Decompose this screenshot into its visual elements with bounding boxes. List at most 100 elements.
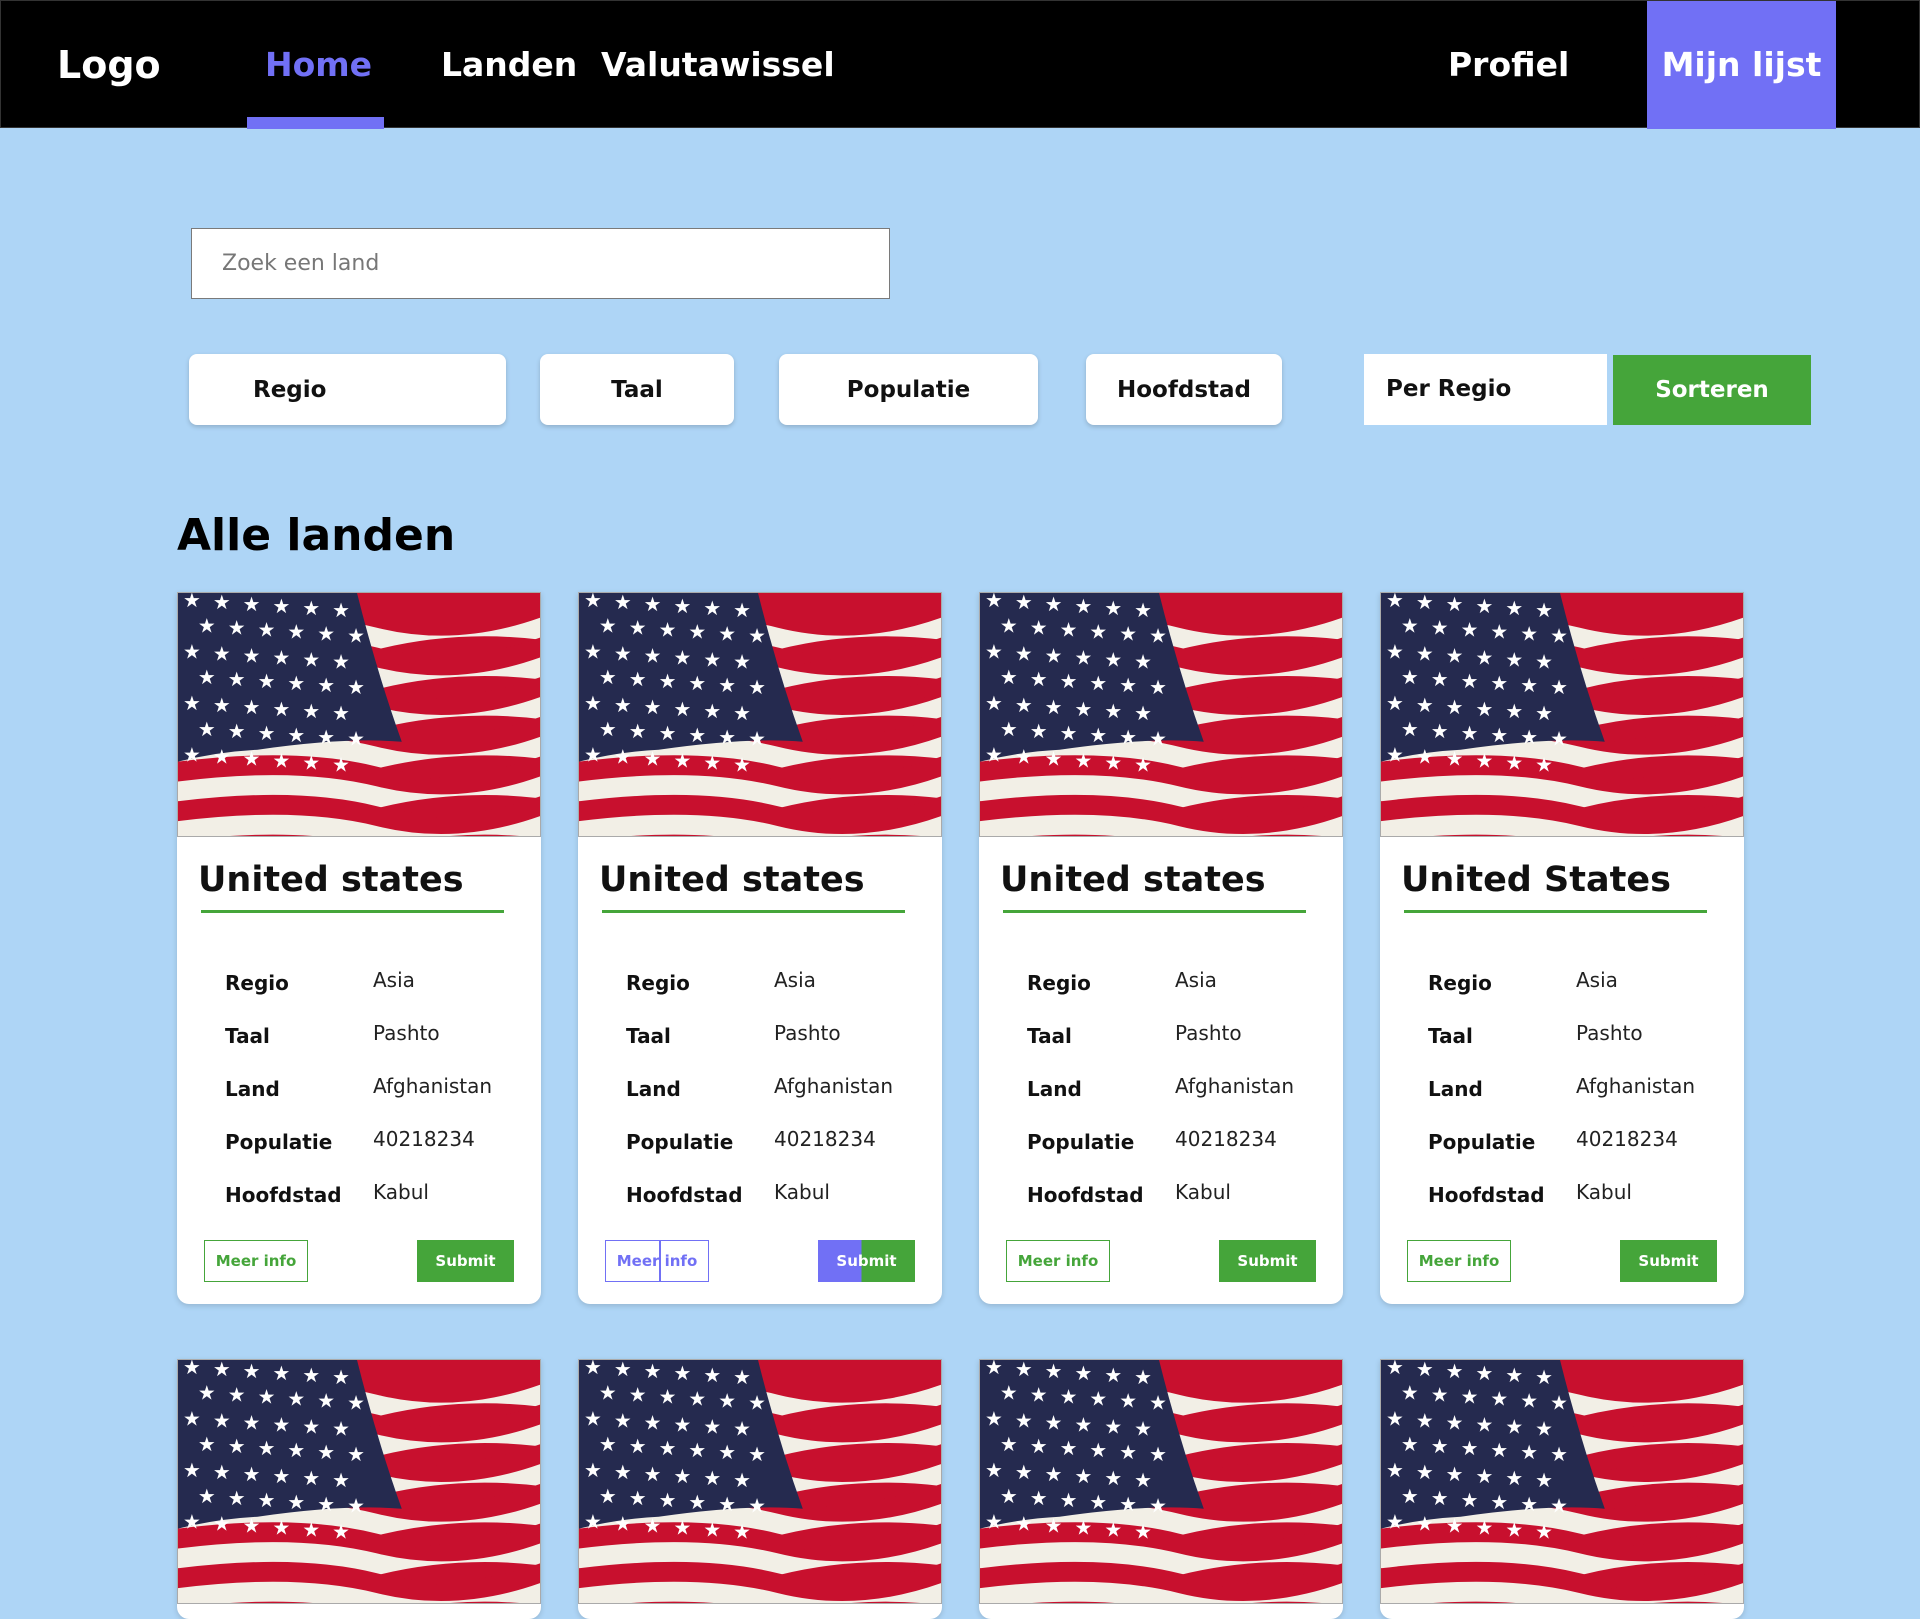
sort-button[interactable]: Sorteren [1613, 355, 1811, 425]
svg-text:★: ★ [273, 1413, 291, 1436]
info-label-hoofdstad: Hoofdstad [1428, 1183, 1545, 1207]
filter-regio-button[interactable]: Regio [189, 354, 506, 425]
svg-text:★: ★ [584, 593, 602, 612]
svg-text:★: ★ [1149, 1392, 1167, 1415]
svg-text:★: ★ [332, 650, 350, 673]
nav-home[interactable]: Home [265, 1, 372, 129]
filter-populatie-button[interactable]: Populatie [779, 354, 1038, 425]
svg-text:★: ★ [1505, 1519, 1523, 1542]
svg-text:★: ★ [258, 1386, 276, 1409]
svg-text:★: ★ [1550, 728, 1568, 751]
svg-text:★: ★ [1490, 1388, 1508, 1411]
svg-text:★: ★ [1104, 1519, 1122, 1542]
svg-text:★: ★ [287, 1388, 305, 1411]
svg-text:★: ★ [748, 676, 766, 699]
svg-text:★: ★ [1446, 1360, 1464, 1383]
svg-text:★: ★ [287, 1439, 305, 1462]
info-label-populatie: Populatie [225, 1130, 333, 1154]
flag-image: ★ ★ ★ ★ ★ ★ ★ ★ ★ ★ ★ ★ ★ ★ ★ ★ ★ ★ ★ ★ ★ ★ ★ ★ ★ ★ ★ ★ ★ ★ ★ ★ ★ ★ ★ ★ ★ ★ ★ ★… [979, 592, 1343, 837]
meer-info-button[interactable]: Meer info [204, 1240, 308, 1282]
svg-text:★: ★ [599, 666, 617, 689]
info-label-taal: Taal [225, 1024, 270, 1048]
meer-info-button[interactable]: Meer info [605, 1240, 709, 1282]
svg-text:★: ★ [1461, 670, 1479, 693]
svg-text:★: ★ [1490, 1491, 1508, 1514]
svg-text:★: ★ [1520, 1493, 1538, 1516]
svg-text:★: ★ [629, 1487, 647, 1510]
submit-button[interactable]: Submit [417, 1240, 514, 1282]
svg-text:★: ★ [347, 625, 365, 648]
info-value-taal: Pashto [774, 1021, 841, 1045]
search-input[interactable] [191, 228, 890, 299]
meer-info-button[interactable]: Meer info [1407, 1240, 1511, 1282]
logo-link[interactable]: Logo [57, 1, 161, 129]
filter-taal-button[interactable]: Taal [540, 354, 734, 425]
svg-text:★: ★ [1045, 644, 1063, 667]
info-value-regio: Asia [1576, 968, 1618, 992]
country-card: ★ ★ ★ ★ ★ ★ ★ ★ ★ ★ ★ ★ ★ ★ ★ ★ ★ ★ ★ ★ ★ ★ ★ ★ ★ ★ ★ ★ ★ ★ ★ ★ ★ ★ ★ ★ ★ ★ ★ ★… [578, 1359, 942, 1619]
svg-text:★: ★ [1089, 672, 1107, 695]
submit-button[interactable]: Submit [818, 1240, 915, 1282]
info-value-populatie: 40218234 [1175, 1127, 1277, 1151]
svg-text:★: ★ [1030, 1384, 1048, 1407]
svg-text:★: ★ [317, 674, 335, 697]
svg-text:★: ★ [584, 1511, 602, 1534]
svg-text:★: ★ [273, 698, 291, 721]
filter-hoofdstad-button[interactable]: Hoofdstad [1086, 354, 1282, 425]
meer-info-button[interactable]: Meer info [1006, 1240, 1110, 1282]
svg-text:★: ★ [287, 621, 305, 644]
country-card: ★ ★ ★ ★ ★ ★ ★ ★ ★ ★ ★ ★ ★ ★ ★ ★ ★ ★ ★ ★ ★ ★ ★ ★ ★ ★ ★ ★ ★ ★ ★ ★ ★ ★ ★ ★ ★ ★ ★ ★… [177, 592, 541, 1304]
title-underline [201, 910, 504, 913]
svg-text:★: ★ [1134, 1521, 1152, 1544]
svg-text:★: ★ [1461, 722, 1479, 745]
svg-text:★: ★ [688, 1439, 706, 1462]
svg-text:★: ★ [659, 1437, 677, 1460]
svg-text:★: ★ [1075, 750, 1093, 773]
svg-text:★: ★ [1520, 1441, 1538, 1464]
svg-text:★: ★ [1461, 1489, 1479, 1512]
svg-text:★: ★ [332, 599, 350, 622]
svg-text:★: ★ [1030, 1435, 1048, 1458]
svg-text:★: ★ [287, 672, 305, 695]
svg-text:★: ★ [599, 1382, 617, 1405]
svg-text:★: ★ [614, 642, 632, 665]
svg-text:★: ★ [584, 640, 602, 663]
submit-button[interactable]: Submit [1219, 1240, 1316, 1282]
svg-text:★: ★ [332, 1366, 350, 1389]
sort-select[interactable]: Per Regio [1364, 354, 1607, 425]
svg-text:★: ★ [1416, 1360, 1434, 1381]
svg-text:★: ★ [1446, 1515, 1464, 1538]
svg-text:★: ★ [1045, 1411, 1063, 1434]
svg-text:★: ★ [1045, 593, 1063, 616]
nav-landen[interactable]: Landen [441, 1, 577, 129]
svg-text:★: ★ [183, 744, 201, 767]
svg-text:★: ★ [1446, 1463, 1464, 1486]
svg-text:★: ★ [985, 692, 1003, 715]
info-value-regio: Asia [774, 968, 816, 992]
nav-valutawissel[interactable]: Valutawissel [601, 1, 835, 129]
svg-text:★: ★ [985, 1360, 1003, 1379]
svg-text:★: ★ [332, 702, 350, 725]
submit-button[interactable]: Submit [1620, 1240, 1717, 1282]
svg-text:★: ★ [258, 1489, 276, 1512]
svg-text:★: ★ [644, 593, 662, 616]
svg-text:★: ★ [1401, 1433, 1419, 1456]
svg-text:★: ★ [1104, 597, 1122, 620]
nav-mijn-lijst-button[interactable]: Mijn lijst [1647, 1, 1836, 129]
svg-text:★: ★ [1461, 619, 1479, 642]
info-value-populatie: 40218234 [373, 1127, 475, 1151]
nav-profiel[interactable]: Profiel [1448, 1, 1569, 129]
svg-text:★: ★ [1030, 617, 1048, 640]
svg-text:★: ★ [1089, 621, 1107, 644]
svg-text:★: ★ [629, 617, 647, 640]
svg-text:★: ★ [1505, 1467, 1523, 1490]
svg-text:★: ★ [213, 746, 231, 769]
info-value-hoofdstad: Kabul [373, 1180, 429, 1204]
svg-text:★: ★ [659, 670, 677, 693]
svg-text:★: ★ [644, 1411, 662, 1434]
svg-text:★: ★ [1000, 1433, 1018, 1456]
svg-text:★: ★ [1104, 1364, 1122, 1387]
svg-text:★: ★ [1416, 1461, 1434, 1484]
svg-text:★: ★ [1535, 1521, 1553, 1544]
svg-text:★: ★ [1535, 599, 1553, 622]
